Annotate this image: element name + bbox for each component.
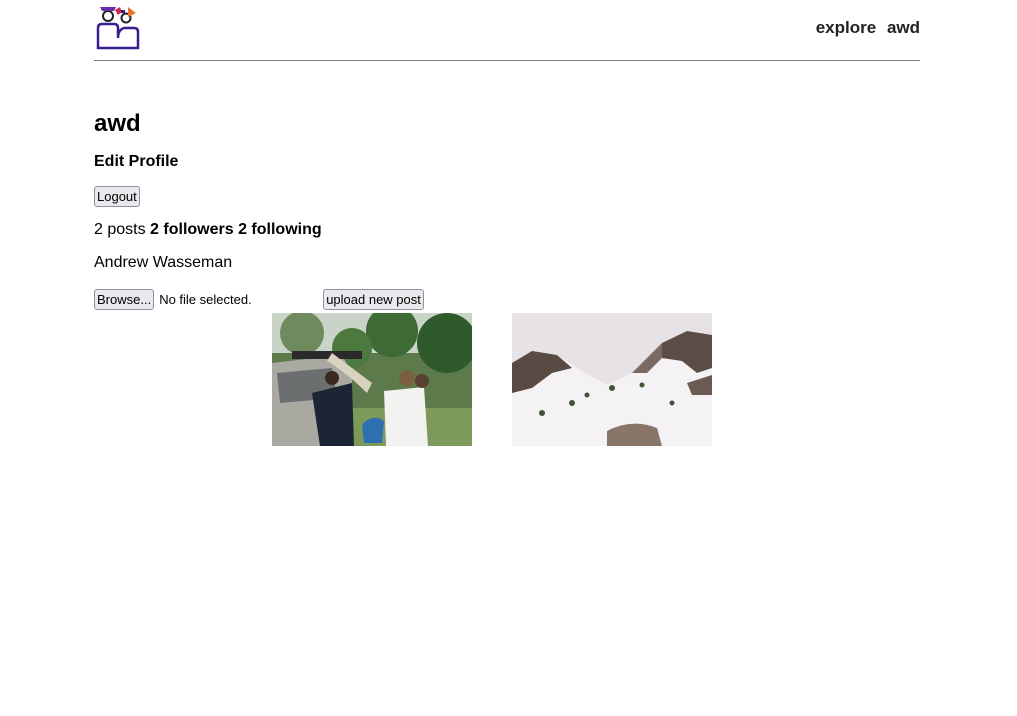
nav-user-link[interactable]: awd [887,18,920,37]
following-link[interactable]: 2 following [238,221,322,238]
upload-post-button[interactable]: upload new post [323,288,424,310]
edit-profile-link[interactable]: Edit Profile [94,153,178,171]
post-image-snowy-mountain [512,313,712,446]
top-nav: explore awd [810,18,920,38]
upload-form: Browse... No file selected. upload new p… [94,288,424,310]
file-status-text: No file selected. [159,291,252,307]
post-thumbnail[interactable] [512,313,712,446]
profile-stats: 2 posts 2 followers 2 following [94,221,322,239]
post-thumbnail[interactable] [272,313,472,446]
profile-username: awd [94,110,141,137]
site-header: explore awd [94,0,920,61]
profile-full-name: Andrew Wasseman [94,254,233,271]
browse-file-button[interactable]: Browse... [94,288,155,310]
logout-button[interactable]: Logout [94,186,140,207]
post-image-car-scene [272,313,472,446]
logo-icon[interactable] [96,4,142,50]
nav-explore-link[interactable]: explore [816,18,876,37]
posts-count: 2 posts [94,221,146,238]
followers-link[interactable]: 2 followers [150,221,234,238]
